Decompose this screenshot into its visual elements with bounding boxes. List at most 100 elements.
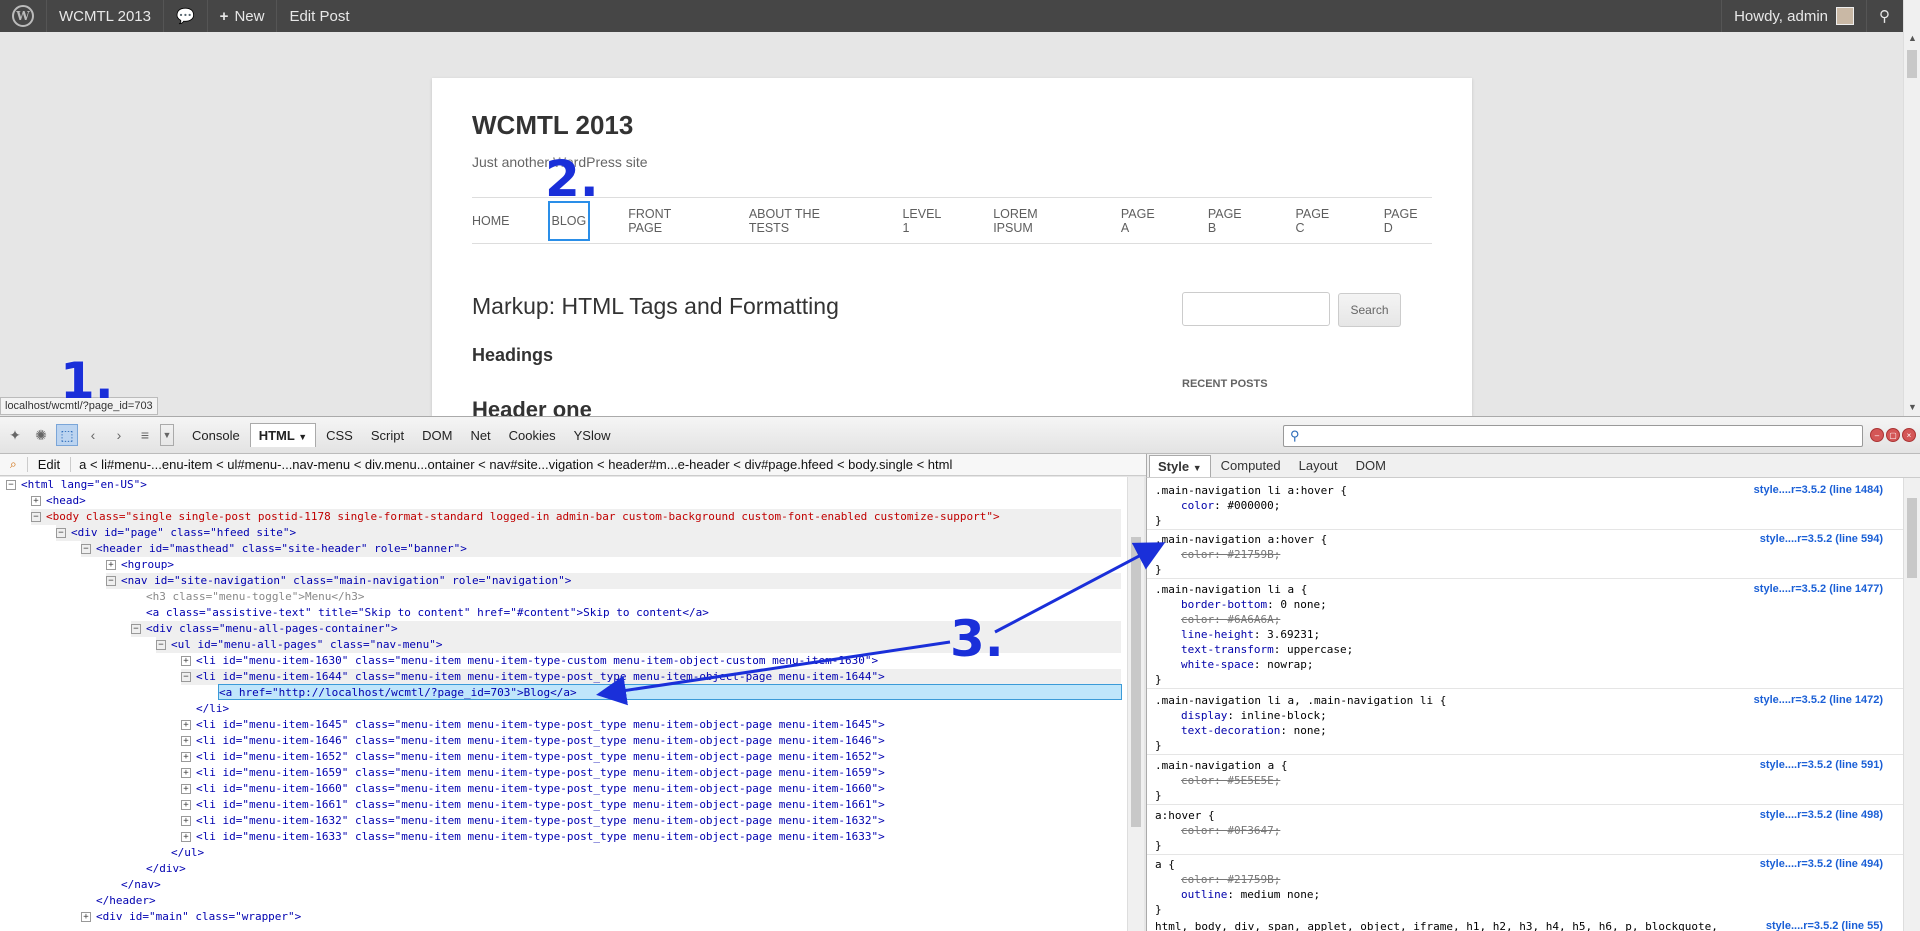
expand-toggle-icon[interactable]: +	[81, 912, 91, 922]
tree-node[interactable]: </div>	[146, 861, 186, 877]
new-content-link[interactable]: + New	[208, 0, 277, 32]
collapse-toggle-icon[interactable]: −	[6, 480, 16, 490]
css-property[interactable]: color: #000000;	[1181, 498, 1280, 513]
firebug-search-input[interactable]: ⚲	[1283, 425, 1863, 447]
panel-list-icon[interactable]: ≡	[134, 424, 156, 446]
site-name-link[interactable]: WCMTL 2013	[47, 0, 163, 32]
expand-toggle-icon[interactable]: +	[181, 784, 191, 794]
css-property-overridden[interactable]: color: #5E5E5E;	[1181, 773, 1280, 788]
scroll-thumb[interactable]	[1131, 537, 1141, 827]
nav-item-home[interactable]: HOME	[472, 214, 510, 228]
firebug-menu-icon[interactable]: ✦	[4, 424, 26, 446]
tree-node[interactable]: − <li id="menu-item-1644" class="menu-ite…	[181, 669, 1121, 685]
edit-button[interactable]: Edit	[28, 457, 72, 472]
css-property[interactable]: display: inline-block;	[1181, 708, 1327, 723]
nav-item-front-page[interactable]: FRONT PAGE	[628, 207, 705, 235]
tab-layout[interactable]: Layout	[1291, 455, 1346, 476]
tree-node[interactable]: + <div id="main" class="wrapper">	[81, 909, 301, 925]
collapse-toggle-icon[interactable]: −	[131, 624, 141, 634]
nav-item-lorem-ipsum[interactable]: LOREM IPSUM	[993, 207, 1077, 235]
tree-node[interactable]: <h3 class="menu-toggle">Menu</h3>	[146, 589, 365, 605]
tab-net[interactable]: Net	[462, 424, 498, 447]
html-pane-scrollbar[interactable]	[1127, 477, 1144, 931]
close-icon[interactable]: ×	[1902, 428, 1916, 442]
expand-toggle-icon[interactable]: +	[181, 656, 191, 666]
tab-script[interactable]: Script	[363, 424, 412, 447]
css-selector[interactable]: .main-navigation li a:hover {	[1155, 483, 1347, 498]
css-property-overridden[interactable]: color: #6A6A6A;	[1181, 612, 1280, 627]
css-property[interactable]: text-decoration: none;	[1181, 723, 1327, 738]
collapse-toggle-icon[interactable]: −	[31, 512, 41, 522]
collapse-toggle-icon[interactable]: −	[106, 576, 116, 586]
expand-toggle-icon[interactable]: +	[181, 768, 191, 778]
css-property-overridden[interactable]: color: #21759B;	[1181, 872, 1280, 887]
tree-node[interactable]: + <head>	[31, 493, 86, 509]
css-source-link[interactable]: style....r=3.5.2 (line 1484)	[1754, 483, 1883, 498]
nav-item-page-b[interactable]: PAGE B	[1208, 207, 1252, 235]
tab-computed[interactable]: Computed	[1213, 455, 1289, 476]
css-source-link[interactable]: style....r=3.5.2 (line 1477)	[1754, 582, 1883, 597]
style-pane-scrollbar[interactable]	[1903, 478, 1920, 931]
scroll-up-arrow-icon[interactable]: ▲	[1904, 33, 1920, 43]
tree-node[interactable]: </li>	[196, 701, 229, 717]
tab-css[interactable]: CSS	[318, 424, 361, 447]
scroll-thumb[interactable]	[1907, 498, 1917, 578]
tree-node[interactable]: + <li id="menu-item-1632" class="menu-ite…	[181, 813, 885, 829]
expand-toggle-icon[interactable]: +	[31, 496, 41, 506]
search-button[interactable]: Search	[1338, 293, 1401, 327]
expand-toggle-icon[interactable]: +	[181, 816, 191, 826]
css-source-link[interactable]: style....r=3.5.2 (line 494)	[1760, 857, 1883, 872]
expand-toggle-icon[interactable]: +	[181, 800, 191, 810]
my-account-menu[interactable]: Howdy, admin	[1722, 0, 1866, 32]
inspect-element-icon[interactable]: ⬚	[56, 424, 78, 446]
scroll-thumb[interactable]	[1907, 50, 1917, 78]
css-selector[interactable]: .main-navigation li a {	[1155, 582, 1307, 597]
tree-node[interactable]: + <li id="menu-item-1652" class="menu-ite…	[181, 749, 885, 765]
tree-node[interactable]: </ul>	[171, 845, 204, 861]
expand-toggle-icon[interactable]: +	[181, 736, 191, 746]
scroll-down-arrow-icon[interactable]: ▼	[1904, 402, 1920, 412]
tab-style[interactable]: Style ▼	[1149, 454, 1211, 477]
tree-node[interactable]: <a class="assistive-text" title="Skip to…	[146, 605, 709, 621]
back-arrow-icon[interactable]: ‹	[82, 424, 104, 446]
css-selector[interactable]: .main-navigation a {	[1155, 758, 1287, 773]
tree-node[interactable]: − <div id="page" class="hfeed site">	[56, 525, 1121, 541]
tree-node[interactable]: − <nav id="site-navigation" class="main-n…	[106, 573, 1121, 589]
css-selector[interactable]: .main-navigation a:hover {	[1155, 532, 1327, 547]
nav-item-page-a[interactable]: PAGE A	[1121, 207, 1164, 235]
css-property[interactable]: outline: medium none;	[1181, 887, 1320, 902]
tree-node[interactable]: + <li id="menu-item-1633" class="menu-ite…	[181, 829, 885, 845]
collapse-toggle-icon[interactable]: −	[56, 528, 66, 538]
expand-toggle-icon[interactable]: +	[181, 752, 191, 762]
css-selector[interactable]: html, body, div, span, applet, object, i…	[1155, 919, 1718, 931]
tree-node[interactable]: − <body class="single single-post postid-…	[31, 509, 1121, 525]
tree-node[interactable]: </header>	[96, 893, 156, 909]
expand-toggle-icon[interactable]: +	[181, 832, 191, 842]
tab-dom-side[interactable]: DOM	[1348, 455, 1394, 476]
tree-node[interactable]: + <li id="menu-item-1659" class="menu-ite…	[181, 765, 885, 781]
css-property-overridden[interactable]: color: #0F3647;	[1181, 823, 1280, 838]
css-property[interactable]: white-space: nowrap;	[1181, 657, 1313, 672]
css-source-link[interactable]: style....r=3.5.2 (line 1472)	[1754, 693, 1883, 708]
search-input[interactable]	[1182, 292, 1330, 326]
css-property[interactable]: border-bottom: 0 none;	[1181, 597, 1327, 612]
css-selector[interactable]: a {	[1155, 857, 1175, 872]
firebug-bug-icon[interactable]: ✺	[30, 424, 52, 446]
tree-node[interactable]: + <li id="menu-item-1630" class="menu-ite…	[181, 653, 878, 669]
tree-node[interactable]: + <li id="menu-item-1660" class="menu-ite…	[181, 781, 885, 797]
edit-post-link[interactable]: Edit Post	[277, 0, 361, 32]
collapse-toggle-icon[interactable]: −	[81, 544, 91, 554]
nav-item-blog[interactable]: BLOG	[547, 201, 591, 241]
breadcrumb-path[interactable]: a < li#menu-...enu-item < ul#menu-...nav…	[79, 457, 952, 472]
minimize-icon[interactable]: –	[1870, 428, 1884, 442]
collapse-toggle-icon[interactable]: −	[156, 640, 166, 650]
css-source-link[interactable]: style....r=3.5.2 (line 55)	[1766, 919, 1883, 931]
css-source-link[interactable]: style....r=3.5.2 (line 498)	[1760, 808, 1883, 823]
inspect-icon[interactable]: ⌕	[0, 457, 28, 472]
tree-node[interactable]: − <header id="masthead" class="site-heade…	[81, 541, 1121, 557]
tree-node[interactable]: + <hgroup>	[106, 557, 174, 573]
detach-icon[interactable]: ▢	[1886, 428, 1900, 442]
selected-tree-node[interactable]: <a href="http://localhost/wcmtl/?page_id…	[218, 684, 1122, 700]
collapse-toggle-icon[interactable]: −	[181, 672, 191, 682]
nav-item-page-c[interactable]: PAGE C	[1295, 207, 1339, 235]
